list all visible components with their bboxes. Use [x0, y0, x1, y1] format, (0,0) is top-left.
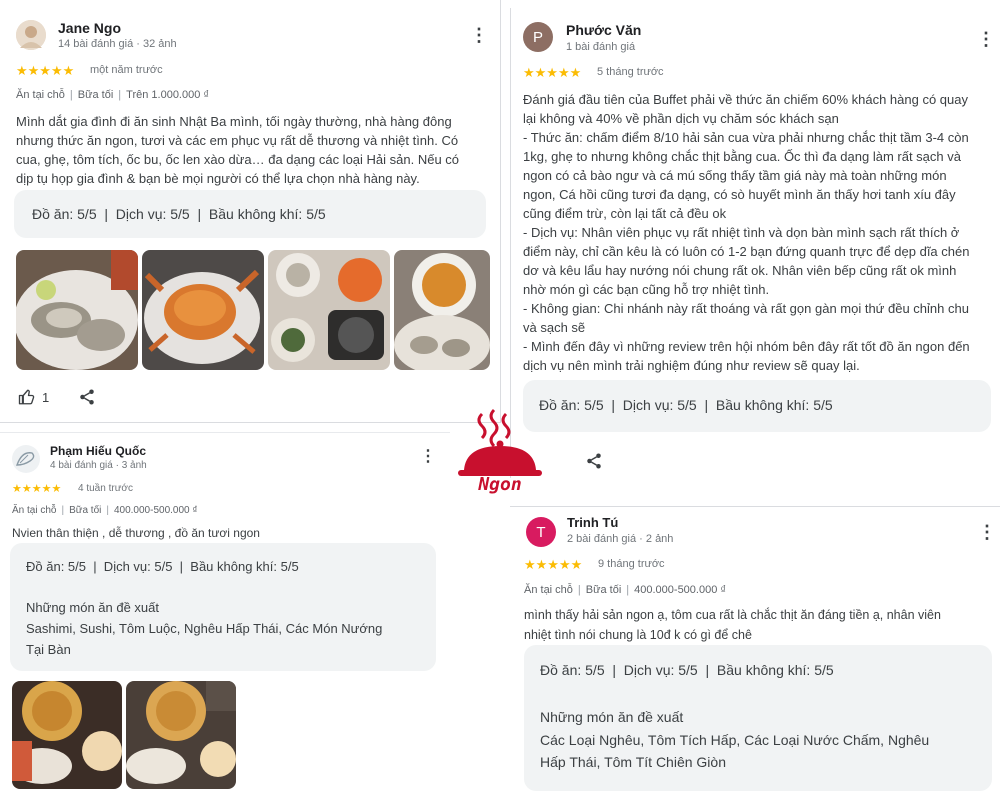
hotpot-table-photo-1[interactable] — [12, 681, 122, 789]
hotpot-table-photo-2[interactable] — [126, 681, 236, 789]
review-time: 9 tháng trước — [598, 558, 665, 570]
meta-service: Ăn tại chỗ — [16, 89, 65, 101]
thumbs-up-icon — [18, 389, 35, 405]
suggest-items-cont: Tại Bàn — [26, 642, 71, 657]
meta-service: Ăn tại chỗ — [524, 584, 573, 596]
review-card-trinh-tu: T Trinh Tú 2 bài đánh giá · 2 ảnh ⋮ ★★★★… — [510, 506, 1000, 801]
share-icon — [80, 389, 94, 405]
more-options-icon[interactable]: ⋮ — [470, 26, 488, 44]
star-rating: ★★★★★ — [524, 557, 583, 572]
reviewer-name[interactable]: Phước Văn — [566, 22, 641, 38]
meta-meal: Bữa tối — [69, 505, 102, 516]
meta-meal: Bữa tối — [585, 584, 622, 596]
meta-price: 400.000-500.000 ₫ — [113, 505, 198, 516]
ratings-and-suggestions: Đồ ăn: 5/5 | Dịch vụ: 5/5 | Bầu không kh… — [10, 543, 436, 671]
more-options-icon[interactable]: ⋮ — [978, 523, 996, 541]
like-button[interactable]: 1 — [18, 388, 49, 406]
review-time: một năm trước — [90, 64, 163, 76]
suggest-items: Sashimi, Sushi, Tôm Luộc, Nghêu Hấp Thái… — [26, 621, 383, 636]
reviewer-name[interactable]: Jane Ngo — [58, 20, 121, 36]
reviewer-stats: 2 bài đánh giá · 2 ảnh — [567, 533, 674, 545]
ratings-summary: Đồ ăn: 5/5 | Dịch vụ: 5/5 | Bầu không kh… — [523, 380, 991, 432]
visit-meta: Ăn tại chỗ | Bữa tối | 400.000-500.000 ₫ — [12, 505, 198, 516]
avatar[interactable] — [12, 445, 40, 473]
review-card-phuoc-van: P Phước Văn 1 bài đánh giá ⋮ ★★★★★ 5 thá… — [510, 8, 1000, 478]
meta-service: Ăn tại chỗ — [12, 505, 57, 516]
review-text: mình thấy hải sản ngon ạ, tôm cua rất là… — [524, 608, 941, 642]
ngon-logo: Ngon — [452, 408, 548, 500]
oyster-plate-photo[interactable] — [16, 250, 138, 370]
grill-table-photo[interactable] — [268, 250, 390, 370]
more-options-icon[interactable]: ⋮ — [420, 449, 436, 465]
like-count: 1 — [42, 389, 50, 405]
review-text: Mình dắt gia đình đi ăn sinh Nhật Ba mìn… — [16, 114, 460, 186]
soup-oyster-photo[interactable] — [394, 250, 490, 370]
meta-meal: Bữa tối — [77, 89, 114, 101]
meta-price: Trên 1.000.000 ₫ — [126, 89, 210, 101]
meta-price: 400.000-500.000 ₫ — [634, 584, 727, 596]
reviewer-name[interactable]: Phạm Hiếu Quốc — [50, 444, 146, 458]
suggest-title: Những món ăn đề xuất — [540, 709, 684, 725]
logo-text: Ngon — [478, 474, 522, 495]
ratings-summary: Đồ ăn: 5/5 | Dịch vụ: 5/5 | Bầu không kh… — [14, 190, 486, 238]
suggest-title: Những món ăn đề xuất — [26, 600, 160, 615]
review-text: Đánh giá đầu tiên của Buffet phải về thứ… — [523, 92, 970, 373]
review-card-jane-ngo: Jane Ngo 14 bài đánh giá · 32 ảnh ⋮ ★★★★… — [0, 0, 501, 423]
star-rating: ★★★★★ — [12, 483, 62, 495]
more-options-icon[interactable]: ⋮ — [977, 30, 995, 48]
review-text: Nvien thân thiện , dễ thương , đồ ăn tươ… — [12, 526, 260, 540]
suggest-items: Các Loại Nghêu, Tôm Tích Hấp, Các Loại N… — [540, 732, 930, 748]
visit-meta: Ăn tại chỗ | Bữa tối | Trên 1.000.000 ₫ — [16, 89, 210, 101]
share-button[interactable] — [78, 388, 96, 406]
ratings-summary: Đồ ăn: 5/5 | Dịch vụ: 5/5 | Bầu không kh… — [540, 662, 834, 678]
reviewer-stats: 4 bài đánh giá · 3 ảnh — [50, 460, 147, 471]
visit-meta: Ăn tại chỗ | Bữa tối | 400.000-500.000 ₫ — [524, 584, 727, 596]
reviewer-stats: 14 bài đánh giá · 32 ảnh — [58, 38, 177, 50]
share-button[interactable] — [585, 452, 603, 470]
star-rating: ★★★★★ — [523, 65, 582, 80]
review-card-pham-hieu-quoc: Phạm Hiếu Quốc 4 bài đánh giá · 3 ảnh ⋮ … — [0, 432, 450, 801]
avatar[interactable]: P — [523, 22, 553, 52]
ratings-summary: Đồ ăn: 5/5 | Dịch vụ: 5/5 | Bầu không kh… — [26, 559, 299, 574]
ratings-and-suggestions: Đồ ăn: 5/5 | Dịch vụ: 5/5 | Bầu không kh… — [524, 645, 992, 791]
reviewer-stats: 1 bài đánh giá — [566, 41, 636, 53]
review-time: 4 tuần trước — [78, 483, 133, 494]
star-rating: ★★★★★ — [16, 63, 75, 78]
reviewer-name[interactable]: Trinh Tú — [567, 515, 618, 530]
share-icon — [587, 453, 601, 469]
review-time: 5 tháng trước — [597, 66, 664, 78]
avatar[interactable] — [16, 20, 46, 50]
suggest-items-cont: Hấp Thái, Tôm Tít Chiên Giòn — [540, 754, 726, 770]
avatar[interactable]: T — [526, 517, 556, 547]
crab-photo[interactable] — [142, 250, 264, 370]
